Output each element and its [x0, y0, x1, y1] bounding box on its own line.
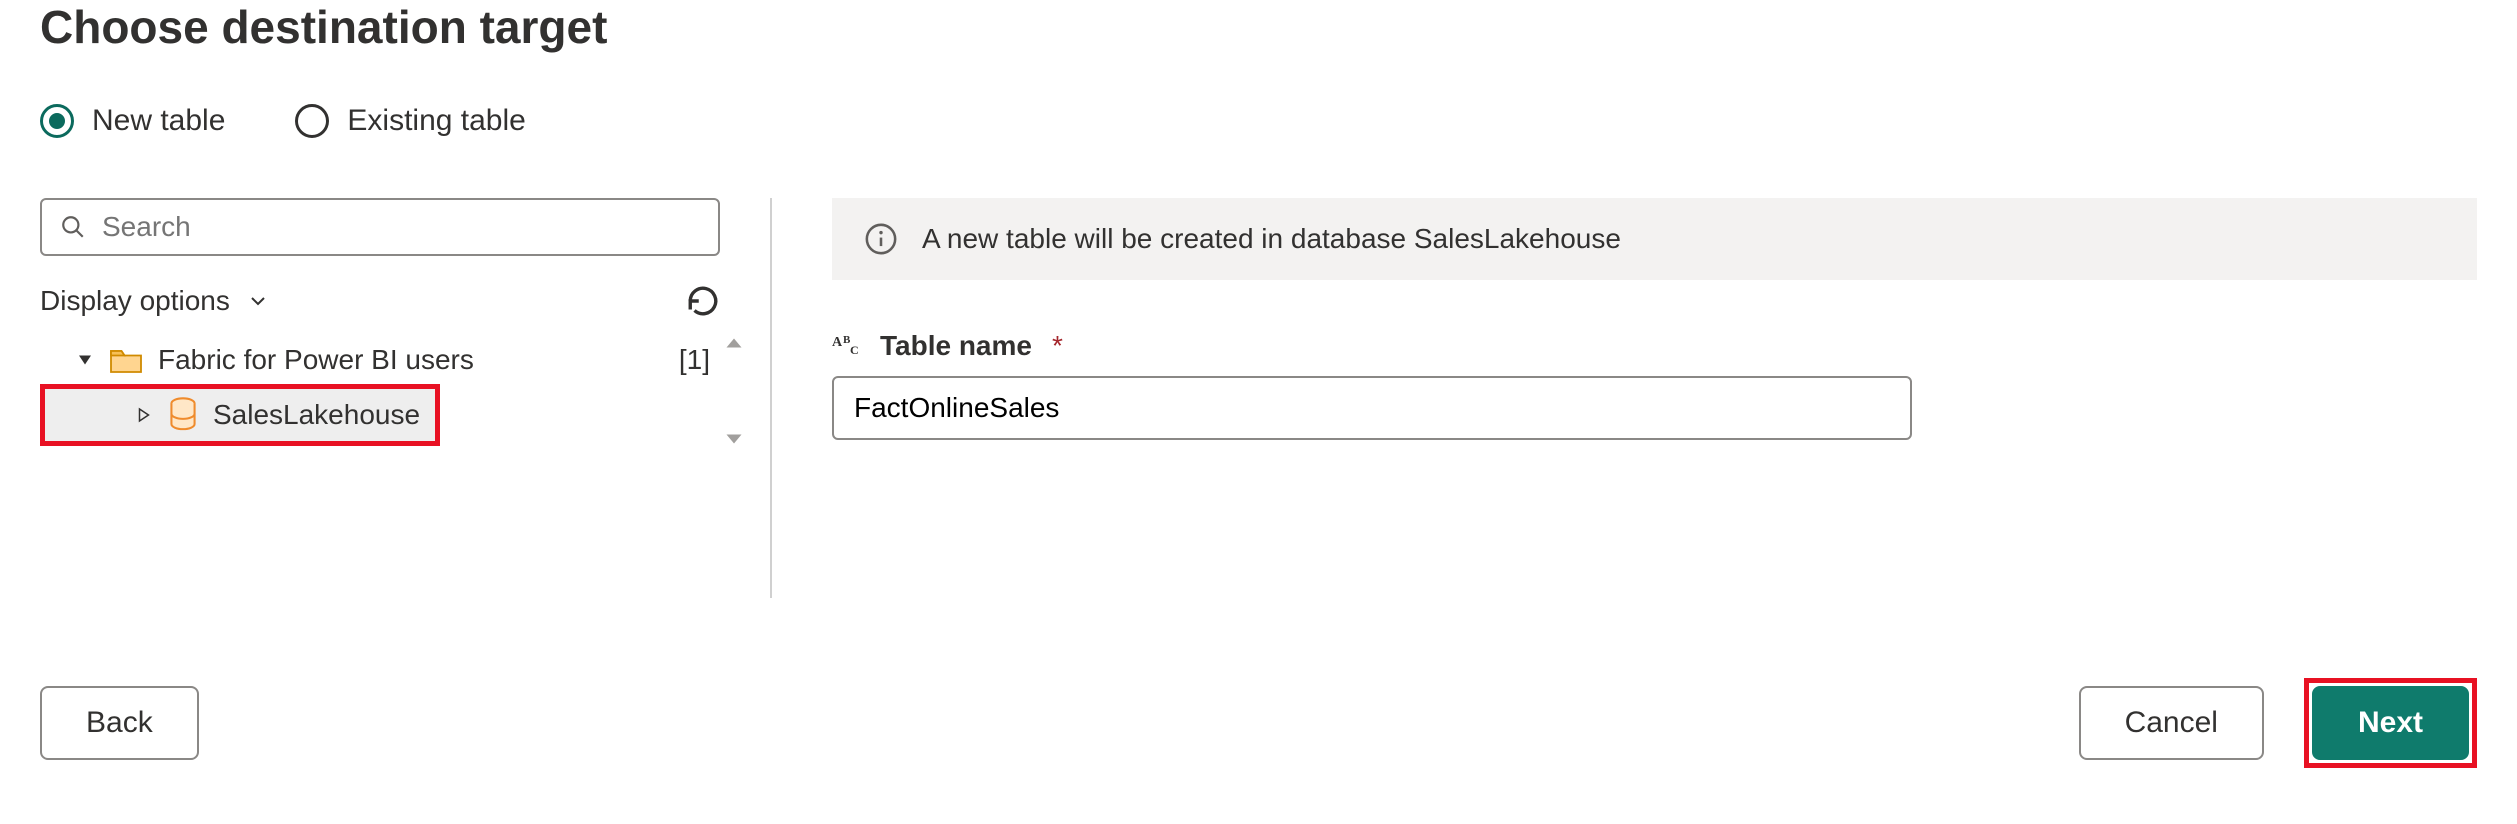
tree-lakehouse-label: SalesLakehouse [213, 399, 420, 431]
page-title: Choose destination target [40, 0, 2477, 54]
svg-text:A: A [832, 335, 843, 350]
existing-table-radio[interactable]: Existing table [295, 104, 525, 138]
expand-triangle-icon [135, 406, 153, 424]
search-input[interactable] [100, 210, 700, 244]
info-message-text: A new table will be created in database … [922, 223, 1621, 255]
search-icon [60, 214, 86, 240]
tree-workspace-count: [1] [679, 344, 710, 376]
scroll-down-icon [725, 432, 743, 446]
search-box[interactable] [40, 198, 720, 256]
new-table-radio[interactable]: New table [40, 104, 225, 138]
scroll-up-icon [725, 336, 743, 350]
next-button[interactable]: Next [2312, 686, 2469, 760]
table-name-label-row: A B C Table name * [832, 330, 2477, 362]
refresh-button[interactable] [686, 284, 720, 318]
table-mode-radio-group: New table Existing table [40, 104, 2477, 138]
tree-row-workspace[interactable]: Fabric for Power BI users [1] [40, 336, 720, 384]
info-bar: A new table will be created in database … [832, 198, 2477, 280]
display-options-label: Display options [40, 285, 230, 317]
collapse-triangle-icon [76, 351, 94, 369]
database-icon [167, 397, 199, 433]
svg-text:C: C [850, 343, 859, 357]
vertical-divider [770, 198, 772, 598]
table-name-label: Table name [880, 330, 1032, 362]
next-button-highlight: Next [2304, 678, 2477, 768]
new-table-label: New table [92, 104, 225, 138]
right-panel: A new table will be created in database … [832, 198, 2477, 598]
tree-scrollbar[interactable] [724, 336, 744, 446]
left-panel: Display options [40, 198, 770, 598]
workspace-tree: Fabric for Power BI users [1] SalesLakeh… [40, 336, 720, 446]
chevron-down-icon [246, 289, 270, 313]
cancel-button[interactable]: Cancel [2079, 686, 2264, 760]
refresh-icon [686, 284, 720, 318]
tree-workspace-label: Fabric for Power BI users [158, 344, 474, 376]
radio-unselected-icon [295, 104, 329, 138]
folder-icon [108, 345, 144, 375]
display-options-dropdown[interactable]: Display options [40, 285, 270, 317]
footer: Back Cancel Next [40, 678, 2477, 768]
info-icon [864, 222, 898, 256]
required-asterisk: * [1052, 330, 1063, 362]
text-type-icon: A B C [832, 332, 866, 360]
existing-table-label: Existing table [347, 104, 525, 138]
back-button[interactable]: Back [40, 686, 199, 760]
table-name-input[interactable] [832, 376, 1912, 440]
tree-row-lakehouse[interactable]: SalesLakehouse [40, 384, 440, 446]
radio-selected-icon [40, 104, 74, 138]
